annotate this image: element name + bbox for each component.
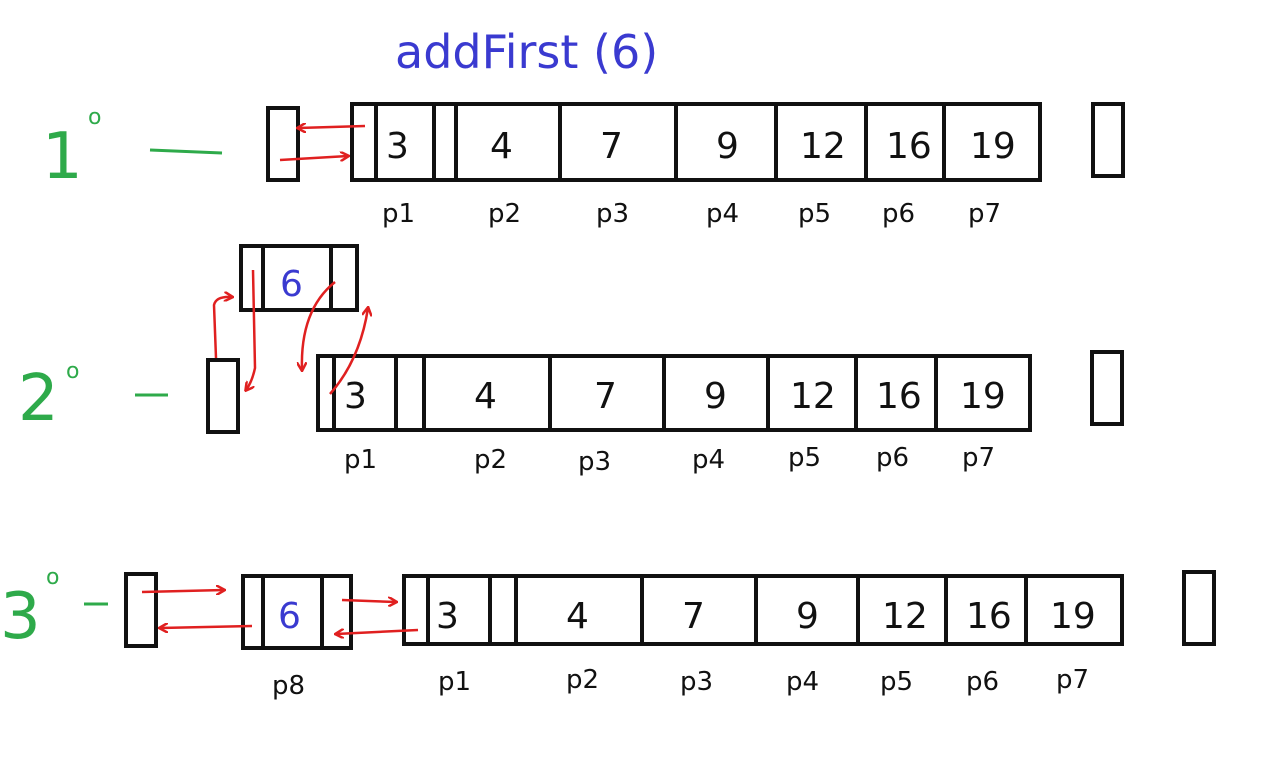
prev-arrow <box>298 126 366 128</box>
node-label: p7 <box>968 199 1001 229</box>
diagram-title: addFirst (6) <box>395 25 658 79</box>
node-value: 4 <box>474 376 497 417</box>
node-label: p3 <box>596 199 629 229</box>
node-value: 19 <box>960 376 1006 417</box>
node-value: 9 <box>796 596 819 637</box>
node-label: p5 <box>798 199 831 229</box>
step-number: 3 <box>0 580 41 654</box>
node-label: p7 <box>962 443 995 473</box>
node-value: 4 <box>566 596 589 637</box>
node-value: 12 <box>790 376 836 417</box>
step-1: 1 o 3 4 7 9 12 16 19 p1 p2 p3 p4 p5 p6 p… <box>42 102 1125 229</box>
node-value: 7 <box>682 596 705 637</box>
node-label: p2 <box>566 665 599 695</box>
node-label: p5 <box>880 667 913 697</box>
step-number: 2 <box>18 362 59 436</box>
node-value: 3 <box>344 376 367 417</box>
new-prev-arrow <box>246 269 257 390</box>
node-label: p6 <box>882 199 915 229</box>
step-number: 1 <box>42 120 83 194</box>
node-value: 9 <box>716 126 739 167</box>
head-sentinel <box>206 358 240 434</box>
node-value: 6 <box>280 264 303 305</box>
node-label: p4 <box>706 199 739 229</box>
node-label: p5 <box>788 443 821 473</box>
node-label: p1 <box>382 199 415 229</box>
list-container <box>402 574 1124 646</box>
node-label: p4 <box>786 667 819 697</box>
node-value: 4 <box>490 126 513 167</box>
linked-list-diagram: addFirst (6) 1 o 3 4 7 9 12 16 19 p1 p2 … <box>0 25 1216 701</box>
step-ordinal: o <box>46 565 59 590</box>
node-label: p7 <box>1056 665 1089 695</box>
node-value: 6 <box>278 596 301 637</box>
next-arrow <box>279 156 348 160</box>
node-label: p3 <box>578 447 611 477</box>
node-value: 3 <box>436 596 459 637</box>
node-value: 3 <box>386 126 409 167</box>
step-dash <box>149 148 223 155</box>
tail-sentinel <box>1090 350 1124 426</box>
new-prev-arrow <box>160 626 253 628</box>
head-next-arrow <box>212 297 232 359</box>
tail-sentinel <box>1182 570 1216 646</box>
node-label: p4 <box>692 445 725 475</box>
node-value: 7 <box>600 126 623 167</box>
node-value: 16 <box>876 376 922 417</box>
head-sentinel <box>266 106 300 182</box>
node-value: 16 <box>886 126 932 167</box>
tail-sentinel <box>1091 102 1125 178</box>
node-label: p2 <box>474 445 507 475</box>
node-value: 19 <box>1050 596 1096 637</box>
node-label: p1 <box>438 667 471 697</box>
node-value: 7 <box>594 376 617 417</box>
node-value: 9 <box>704 376 727 417</box>
node-label: p8 <box>272 671 305 701</box>
node-label: p6 <box>876 443 909 473</box>
node-label: p2 <box>488 199 521 229</box>
node-value: 19 <box>970 126 1016 167</box>
step-2: 2 o 6 3 4 7 9 12 16 19 p1 p2 p3 p4 p5 p6… <box>18 244 1124 477</box>
node-value: 16 <box>966 596 1012 637</box>
node-label: p6 <box>966 667 999 697</box>
step-ordinal: o <box>66 359 79 384</box>
step-ordinal: o <box>88 105 101 130</box>
node-value: 12 <box>882 596 928 637</box>
node-label: p1 <box>344 445 377 475</box>
node-label: p3 <box>680 667 713 697</box>
head-sentinel <box>124 572 158 648</box>
node-value: 12 <box>800 126 846 167</box>
step-3: 3 o 6 p8 3 4 7 9 12 16 19 p1 p2 p3 p4 p5… <box>0 565 1216 701</box>
